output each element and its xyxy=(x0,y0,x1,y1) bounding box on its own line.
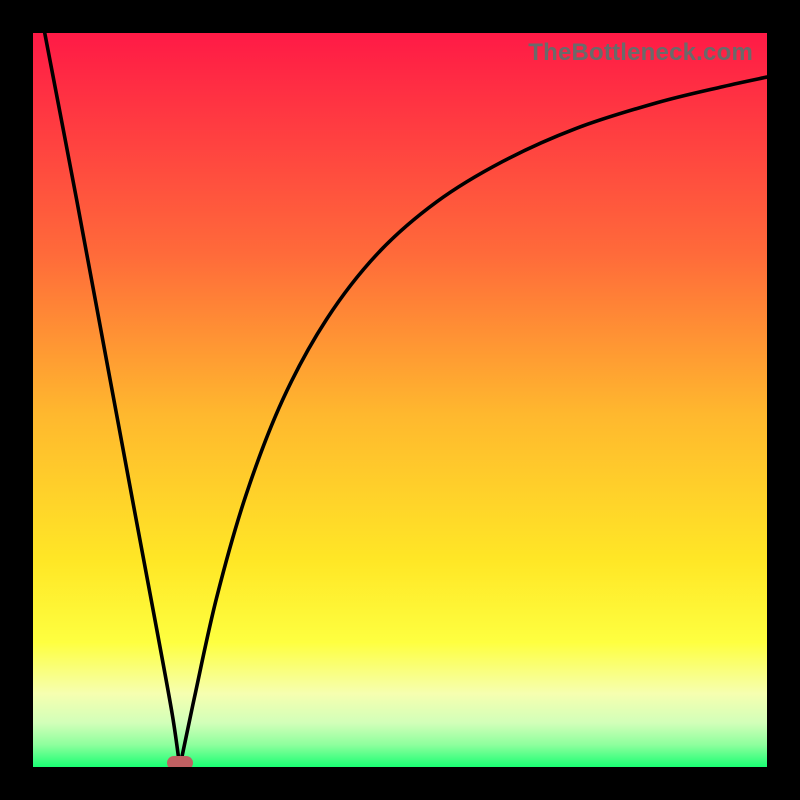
optimal-marker xyxy=(167,756,193,767)
bottleneck-curve xyxy=(33,33,767,767)
plot-area: TheBottleneck.com xyxy=(33,33,767,767)
chart-frame: TheBottleneck.com xyxy=(0,0,800,800)
watermark-text: TheBottleneck.com xyxy=(528,39,753,67)
